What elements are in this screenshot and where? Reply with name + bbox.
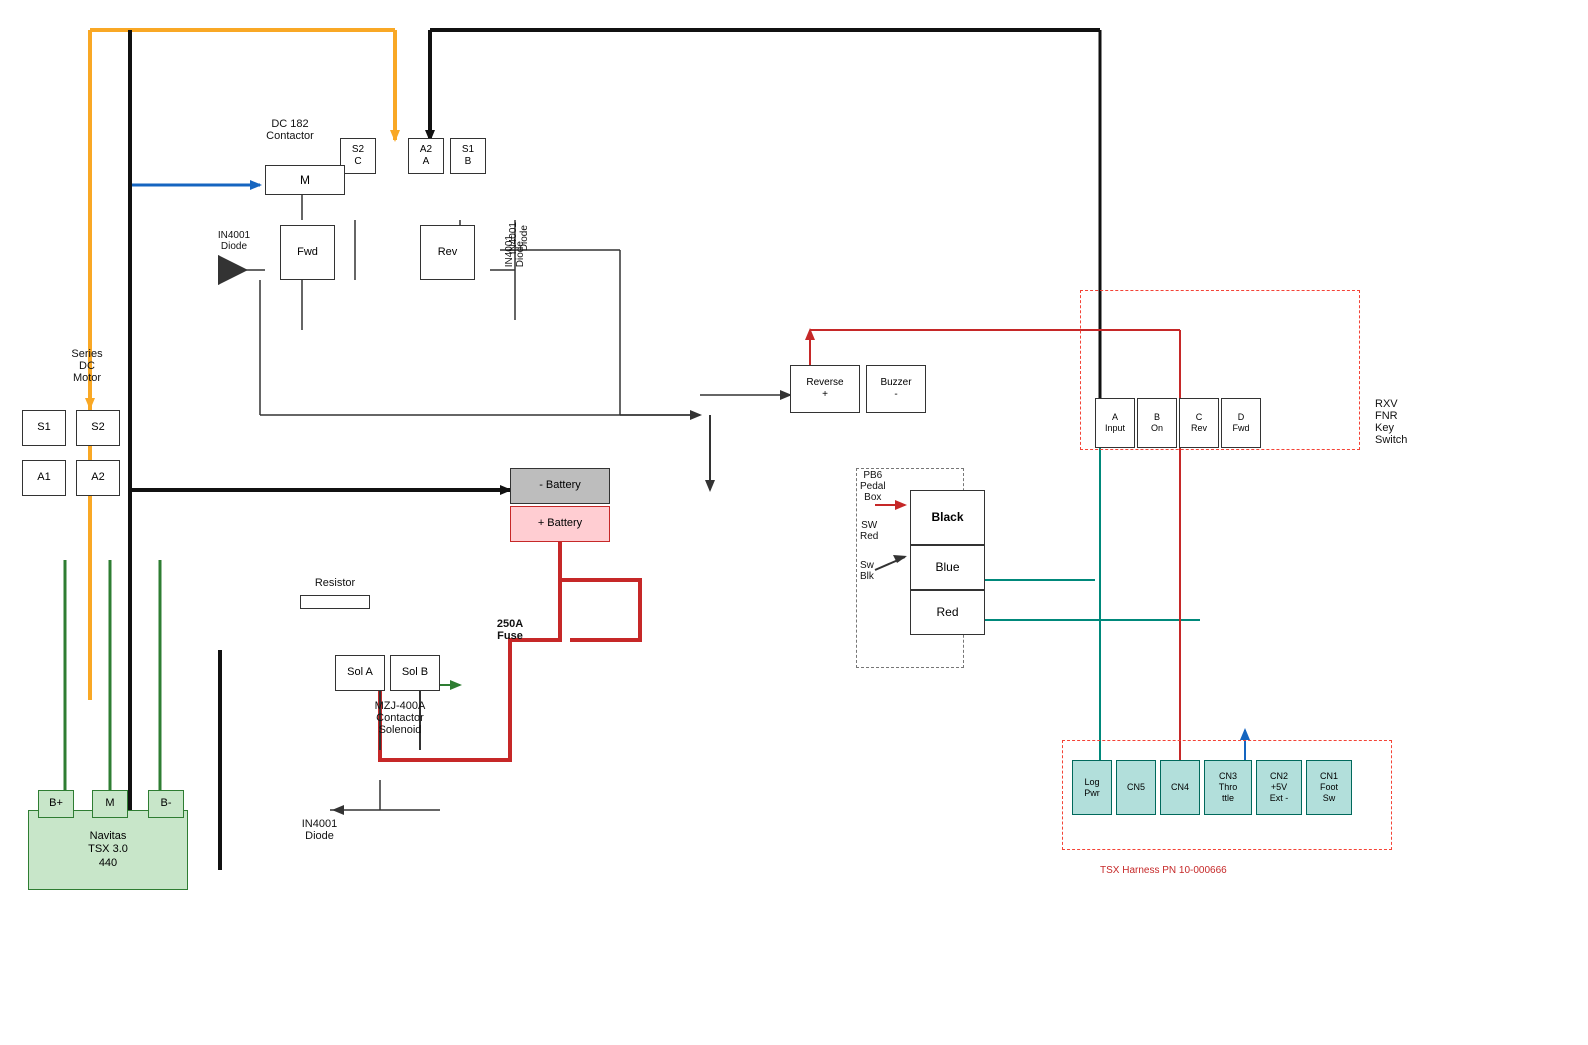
- navitas-box: NavitasTSX 3.0440: [28, 810, 188, 890]
- in4001-left-label: IN4001Diode: [208, 230, 260, 252]
- a2a-box: A2A: [408, 138, 444, 174]
- sol-a-box: Sol A: [335, 655, 385, 691]
- black-box: Black: [910, 490, 985, 545]
- cn3-throttle-box: CN3Throttle: [1204, 760, 1252, 815]
- bplus-box: B+: [38, 790, 74, 818]
- b-on-box: BOn: [1137, 398, 1177, 448]
- sol-b-box: Sol B: [390, 655, 440, 691]
- sw-blk-label: SwBlk: [860, 560, 874, 582]
- series-dc-motor-label: SeriesDCMotor: [52, 348, 122, 384]
- log-pwr-box: LogPwr: [1072, 760, 1112, 815]
- d-fwd-box: DFwd: [1221, 398, 1261, 448]
- s1-box: S1: [22, 410, 66, 446]
- fuse-label: 250AFuse: [470, 618, 550, 642]
- reverse-plus-box: Reverse+: [790, 365, 860, 413]
- a1-box: A1: [22, 460, 66, 496]
- sw-red-label: SWRed: [860, 520, 878, 542]
- rev-box: Rev: [420, 225, 475, 280]
- in4001-right-text: IN4001Diode: [504, 235, 526, 267]
- cn5-box: CN5: [1116, 760, 1156, 815]
- pb6-label: PB6PedalBox: [860, 470, 886, 503]
- dc182-contactor-label: DC 182Contactor: [245, 118, 335, 142]
- battery-pos-box: + Battery: [510, 506, 610, 542]
- rxv-fnr-label: RXVFNRKeySwitch: [1375, 398, 1445, 446]
- wiring-diagram-svg: [0, 0, 1588, 1045]
- bminus-box: B-: [148, 790, 184, 818]
- a2b-box: A2: [76, 460, 120, 496]
- s1b-box: S1B: [450, 138, 486, 174]
- tsx-harness-label: TSX Harness PN 10-000666: [1100, 865, 1227, 876]
- resistor-symbol: [300, 595, 370, 609]
- s2c-box: S2C: [340, 138, 376, 174]
- cn2-5v-box: CN2+5VExt -: [1256, 760, 1302, 815]
- in4001-bottom-label: IN4001Diode: [282, 818, 357, 842]
- blue-box: Blue: [910, 545, 985, 590]
- battery-neg-box: - Battery: [510, 468, 610, 504]
- s2-box: S2: [76, 410, 120, 446]
- mzj400a-label: MZJ-400AContactorSolenoid: [345, 700, 455, 736]
- c-rev-box: CRev: [1179, 398, 1219, 448]
- a-input-box: AInput: [1095, 398, 1135, 448]
- m-box: M: [265, 165, 345, 195]
- buzzer-minus-box: Buzzer-: [866, 365, 926, 413]
- red-box: Red: [910, 590, 985, 635]
- cn4-box: CN4: [1160, 760, 1200, 815]
- cn1-foot-sw-box: CN1FootSw: [1306, 760, 1352, 815]
- fwd-box: Fwd: [280, 225, 335, 280]
- resistor-label: Resistor: [300, 577, 370, 589]
- m-nav-box: M: [92, 790, 128, 818]
